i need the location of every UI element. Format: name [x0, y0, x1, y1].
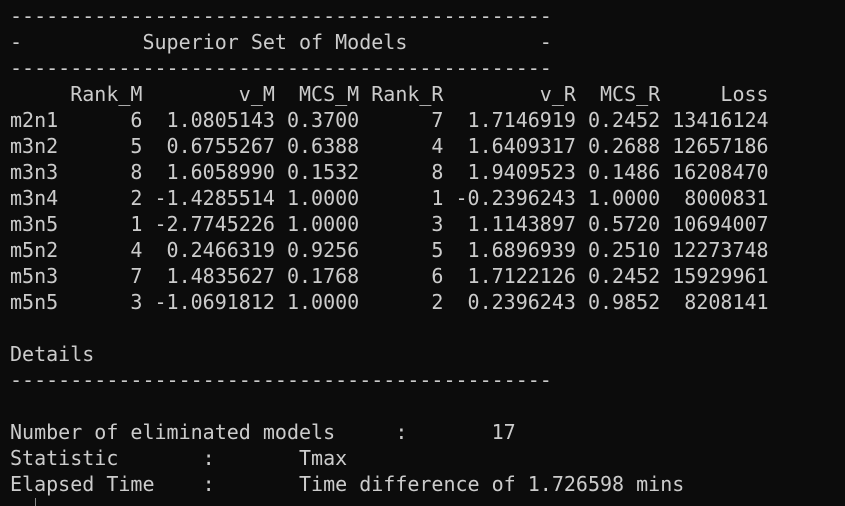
text-cursor [35, 498, 36, 506]
eliminated-models-line: Number of eliminated models : 17 [10, 420, 516, 444]
table-row: m3n2 5 0.6755267 0.6388 4 1.6409317 0.26… [10, 134, 769, 158]
table-row: m5n3 7 1.4835627 0.1768 6 1.7122126 0.24… [10, 264, 769, 288]
statistic-line: Statistic : Tmax [10, 446, 348, 470]
separator-details: ----------------------------------------… [10, 368, 552, 392]
separator-top: ----------------------------------------… [10, 4, 552, 28]
terminal-output[interactable]: ----------------------------------------… [0, 0, 845, 506]
table-row: m3n5 1 -2.7745226 1.0000 3 1.1143897 0.5… [10, 212, 769, 236]
title-superior-set-of-models: - Superior Set of Models - [10, 30, 552, 54]
table-row: m3n3 8 1.6058990 0.1532 8 1.9409523 0.14… [10, 160, 769, 184]
elapsed-time-line: Elapsed Time : Time difference of 1.7265… [10, 472, 685, 496]
table-row: m3n4 2 -1.4285514 1.0000 1 -0.2396243 1.… [10, 186, 769, 210]
table-row: m5n2 4 0.2466319 0.9256 5 1.6896939 0.25… [10, 238, 769, 262]
table-row: m2n1 6 1.0805143 0.3700 7 1.7146919 0.24… [10, 108, 769, 132]
details-heading: Details [10, 342, 95, 366]
table-row: m5n5 3 -1.0691812 1.0000 2 0.2396243 0.9… [10, 290, 769, 314]
separator-title: ----------------------------------------… [10, 56, 552, 80]
table-header: Rank_M v_M MCS_M Rank_R v_R MCS_R Loss [10, 82, 769, 106]
